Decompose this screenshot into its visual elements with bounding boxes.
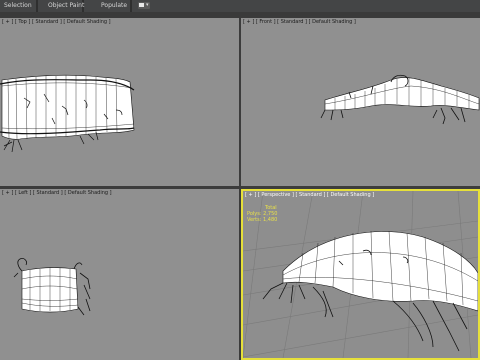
stats-verts-label: Verts: <box>247 217 262 223</box>
stats-verts-value: 1,480 <box>263 217 278 223</box>
viewport-perspective[interactable]: [ + ] [ Perspective ] [ Standard ] [ Def… <box>241 189 480 360</box>
tab-selection[interactable]: Selection <box>4 1 32 11</box>
ribbon-separator <box>130 0 132 12</box>
tab-populate[interactable]: Populate <box>101 1 127 11</box>
viewport-top[interactable]: [ + ] [ Top ] [ Standard ] [ Default Sha… <box>0 18 239 186</box>
chevron-down-icon: ▾ <box>146 2 149 8</box>
tab-object-paint[interactable]: Object Paint <box>48 1 84 11</box>
ribbon-options-icon <box>139 3 144 7</box>
top-view-mesh <box>0 74 135 153</box>
viewport-left[interactable]: [ + ] [ Left ] [ Standard ] [ Default Sh… <box>0 189 239 360</box>
front-view-mesh <box>320 74 480 125</box>
ribbon-options-dropdown[interactable]: ▾ <box>138 2 150 9</box>
ribbon-separator <box>36 0 38 12</box>
stats-verts: Verts: 1,480 <box>247 217 277 223</box>
viewport-front[interactable]: [ + ] [ Front ] [ Standard ] [ Default S… <box>241 18 480 186</box>
left-view-mesh <box>13 258 91 316</box>
viewport-label[interactable]: [ + ] [ Perspective ] [ Standard ] [ Def… <box>245 192 374 198</box>
statistics-overlay: Total Polys: 2,750 Verts: 1,480 <box>247 205 277 223</box>
perspective-ground-grid <box>243 191 478 358</box>
